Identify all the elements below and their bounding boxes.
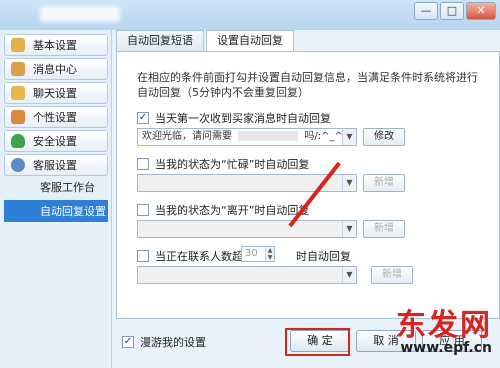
sidebar-item-messages[interactable]: 消息中心 <box>4 58 108 80</box>
sidebar-item-personal[interactable]: 个性设置 <box>4 106 108 128</box>
chevron-down-icon[interactable]: ▼ <box>342 129 356 145</box>
rule-away-combo[interactable]: ▼ <box>137 220 357 238</box>
envelope-icon <box>11 62 25 76</box>
title-bar: — □ ✕ <box>0 0 500 30</box>
combo-value-right: 吗/:^_^ <box>304 131 343 142</box>
sidebar-subitem-label: 自动回复设置 <box>40 205 106 218</box>
rule-checkbox[interactable] <box>137 250 149 262</box>
panel-description: 在相应的条件前面打勾并设置自动回复信息，当满足条件时系统将进行自动回复（5分钟内… <box>137 71 478 99</box>
stepper-value: 30 <box>245 248 258 259</box>
sidebar-subitem-label: 客服工作台 <box>40 181 95 194</box>
sidebar-item-label: 个性设置 <box>33 111 77 124</box>
maximize-button[interactable]: □ <box>440 2 464 20</box>
sidebar-item-chat[interactable]: 聊天设置 <box>4 82 108 104</box>
sidebar-subitem-autoreply[interactable]: 自动回复设置 <box>4 200 108 222</box>
rule-contacts-combo[interactable]: ▼ <box>137 266 357 284</box>
rule-first-message-combo[interactable]: 欢迎光临，请问需要 吗/:^_^ ▼ <box>137 128 357 146</box>
rule-checkbox[interactable] <box>137 204 149 216</box>
minimize-button[interactable]: — <box>414 2 438 20</box>
roam-settings[interactable]: ✓ 漫游我的设置 <box>122 334 206 350</box>
tab-autoreply-phrases[interactable]: 自动回复短语 <box>116 30 204 52</box>
rule-label-suffix: 时自动回复 <box>296 250 351 263</box>
contacts-count-stepper[interactable]: 30 ▲ ▼ <box>241 246 275 262</box>
sidebar-item-label: 安全设置 <box>33 135 77 148</box>
roam-label: 漫游我的设置 <box>140 336 206 349</box>
tab-bar: 自动回复短语 设置自动回复 <box>116 30 296 52</box>
sidebar-subitem-workbench[interactable]: 客服工作台 <box>4 176 108 198</box>
rule-label: 当我的状态为“忙碌”时自动回复 <box>155 158 310 171</box>
sidebar: 基本设置 消息中心 聊天设置 个性设置 安全设置 客服设置 客服工作台 自动回复… <box>0 30 112 368</box>
tab-set-autoreply[interactable]: 设置自动回复 <box>206 30 294 52</box>
chevron-down-icon[interactable]: ▼ <box>342 221 356 237</box>
add-button[interactable]: 新增 <box>371 266 413 284</box>
sidebar-item-service[interactable]: 客服设置 <box>4 154 108 176</box>
window-controls: — □ ✕ <box>414 2 496 20</box>
close-button[interactable]: ✕ <box>466 2 496 20</box>
rule-checkbox[interactable] <box>137 158 149 170</box>
rule-label-prefix: 当正在联系人数超过 <box>155 250 254 263</box>
watermark-logo: 东发网 <box>396 308 492 343</box>
settings-icon <box>11 38 25 52</box>
stepper-arrows-icon[interactable]: ▲ ▼ <box>265 247 274 261</box>
roam-checkbox[interactable]: ✓ <box>122 336 134 348</box>
rule-checkbox[interactable]: ✓ <box>137 112 149 124</box>
sidebar-item-label: 基本设置 <box>33 39 77 52</box>
rule-label: 当我的状态为“离开”时自动回复 <box>155 204 310 217</box>
chat-icon <box>11 86 25 100</box>
rule-away[interactable]: 当我的状态为“离开”时自动回复 <box>137 202 309 218</box>
service-icon <box>11 158 25 172</box>
rule-first-message[interactable]: ✓ 当天第一次收到买家消息时自动回复 <box>137 110 331 126</box>
highlight-box <box>285 328 350 356</box>
shield-icon <box>11 134 25 148</box>
sidebar-item-label: 聊天设置 <box>33 87 77 100</box>
edit-button[interactable]: 修改 <box>363 128 405 146</box>
add-button[interactable]: 新增 <box>363 220 405 238</box>
combo-value: 欢迎光临，请问需要 <box>142 131 232 142</box>
sidebar-item-basic[interactable]: 基本设置 <box>4 34 108 56</box>
blurred-title <box>40 6 120 22</box>
chevron-down-icon[interactable]: ▼ <box>342 267 356 283</box>
personal-icon <box>11 110 25 124</box>
rule-busy[interactable]: 当我的状态为“忙碌”时自动回复 <box>137 156 309 172</box>
chevron-down-icon[interactable]: ▼ <box>342 175 356 191</box>
redacted-text <box>238 131 299 141</box>
sidebar-item-label: 客服设置 <box>33 159 77 172</box>
add-button[interactable]: 新增 <box>363 174 405 192</box>
sidebar-item-security[interactable]: 安全设置 <box>4 130 108 152</box>
rule-label: 当天第一次收到买家消息时自动回复 <box>155 112 331 125</box>
watermark-url: www.epf.cn <box>400 340 492 356</box>
autoreply-panel: 在相应的条件前面打勾并设置自动回复信息，当满足条件时系统将进行自动回复（5分钟内… <box>116 51 500 319</box>
sidebar-item-label: 消息中心 <box>33 63 77 76</box>
